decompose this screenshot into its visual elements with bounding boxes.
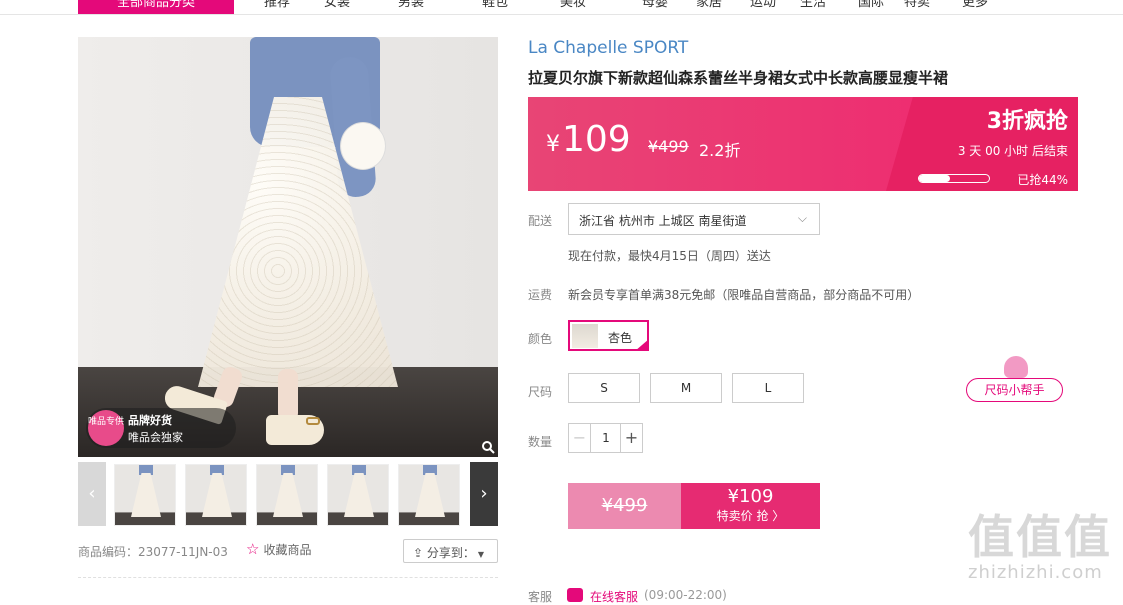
chevron-down-icon: ⌵ [797, 211, 807, 225]
top-navigation: 全部商品分类 推荐 女装 男装 鞋包 美妆 母婴 家居 运动 生活 国际 特卖 … [0, 0, 1123, 15]
star-icon: ☆ [246, 540, 260, 558]
thumbnail-strip: ‹ › [78, 462, 498, 526]
thumbnail[interactable] [185, 464, 247, 526]
sale-price: ¥109 [546, 119, 631, 160]
service-label: 客服 [528, 590, 553, 604]
mascot-icon [1004, 356, 1028, 378]
chat-icon [567, 588, 583, 602]
nav-item[interactable]: 运动 [750, 0, 776, 10]
badge-line-1: 品牌好货 [128, 414, 172, 427]
nav-item[interactable]: 家居 [696, 0, 722, 10]
shipping-label: 运费 [528, 288, 553, 302]
delivery-eta: 现在付款，最快4月15日（周四）送达 [568, 249, 771, 263]
grabbed-progress-bar [918, 174, 990, 183]
category-menu-button[interactable]: 全部商品分类 [78, 0, 234, 14]
color-swatch [572, 324, 598, 348]
checkmark-icon: ✓ [635, 339, 649, 351]
shoe-buckle [306, 417, 320, 425]
delivery-label: 配送 [528, 214, 553, 228]
original-price-button[interactable]: ¥499 [568, 483, 681, 529]
buy-button-group: ¥499 ¥109 特卖价 抢 〉 [568, 483, 820, 529]
service-hours: (09:00-22:00) [644, 588, 727, 602]
sale-price-value: 109 [562, 119, 631, 160]
nav-item[interactable]: 国际 [858, 0, 884, 10]
quantity-decrease-button[interactable]: − [569, 424, 591, 452]
badge-line-2: 唯品会独家 [128, 431, 183, 444]
thumbnail-prev-arrow-icon[interactable]: ‹ [78, 462, 106, 526]
watermark: 值值值 zhizhizhi.com [968, 512, 1118, 583]
nav-item[interactable]: 特卖 [904, 0, 930, 10]
model-bag [340, 122, 386, 170]
favorite-button[interactable]: ☆ 收藏商品 [246, 540, 311, 558]
share-dropdown[interactable]: ⇪ 分享到： ▼ [403, 539, 498, 563]
quantity-input[interactable]: 1 [591, 424, 621, 452]
thumbnail-next-arrow-icon[interactable]: › [470, 462, 498, 526]
buy-now-button[interactable]: ¥109 特卖价 抢 〉 [681, 483, 820, 529]
nav-item[interactable]: 更多 [962, 0, 988, 10]
buy-cta-label: 特卖价 抢 〉 [716, 509, 785, 523]
nav-item[interactable]: 母婴 [642, 0, 668, 10]
shipping-info: 新会员专享首单满38元免邮（限唯品自营商品，部分商品不可用） [568, 288, 920, 302]
thumbnail[interactable] [398, 464, 460, 526]
color-label: 颜色 [528, 332, 553, 346]
brand-name[interactable]: La Chapelle SPORT [528, 38, 688, 58]
size-option-s[interactable]: S [568, 373, 640, 403]
online-service-link[interactable]: 在线客服 [590, 588, 638, 605]
share-icon: ⇪ [413, 546, 427, 560]
price-panel: ¥109 ¥499 2.2折 3折疯抢 3 天 00 小时 后结束 已抢44% [528, 97, 1078, 191]
nav-item[interactable]: 推荐 [264, 0, 290, 10]
brand-badge: 唯品专供 品牌好货 唯品会独家 [86, 408, 236, 448]
color-option-label: 杏色 [608, 331, 633, 345]
thumbnail[interactable] [256, 464, 318, 526]
buy-price: ¥109 [727, 486, 774, 507]
zoom-icon[interactable] [481, 440, 495, 454]
size-helper-button[interactable]: 尺码小帮手 [966, 356, 1064, 404]
flash-sale-title: 3折疯抢 [986, 109, 1068, 134]
quantity-stepper: − 1 + [568, 423, 643, 453]
size-option-l[interactable]: L [732, 373, 804, 403]
nav-item[interactable]: 鞋包 [482, 0, 508, 10]
nav-item[interactable]: 女装 [324, 0, 350, 10]
watermark-url: zhizhizhi.com [968, 562, 1103, 583]
nav-item[interactable]: 美妆 [560, 0, 586, 10]
thumbnail[interactable] [327, 464, 389, 526]
share-label: 分享到： [426, 546, 475, 560]
size-label: 尺码 [528, 385, 553, 399]
color-option-selected[interactable]: 杏色 ✓ [568, 320, 649, 351]
currency-symbol: ¥ [546, 132, 560, 157]
nav-item[interactable]: 男装 [398, 0, 424, 10]
quantity-increase-button[interactable]: + [620, 424, 642, 452]
watermark-logo: 值值值 [968, 510, 1112, 564]
product-code: 商品编码：23077-11JN-03 [78, 545, 228, 559]
size-option-m[interactable]: M [650, 373, 722, 403]
original-price: ¥499 [648, 137, 689, 156]
chevron-down-icon: ▼ [477, 550, 485, 559]
discount-rate: 2.2折 [699, 141, 741, 160]
thumbnail[interactable] [114, 464, 176, 526]
divider [78, 577, 498, 578]
product-title: 拉夏贝尔旗下新款超仙森系蕾丝半身裙女式中长款高腰显瘦半裙 [528, 69, 949, 87]
quantity-label: 数量 [528, 435, 553, 449]
grabbed-percentage: 已抢44% [1017, 173, 1068, 187]
nav-item[interactable]: 生活 [800, 0, 826, 10]
countdown-timer: 3 天 00 小时 后结束 [957, 144, 1068, 158]
main-product-image[interactable] [78, 37, 498, 457]
vip-exclusive-badge-icon: 唯品专供 [88, 410, 124, 446]
address-selector[interactable]: 浙江省 杭州市 上城区 南星街道 ⌵ [568, 203, 820, 235]
address-value: 浙江省 杭州市 上城区 南星街道 [579, 214, 747, 228]
model-leg [278, 369, 298, 421]
favorite-label: 收藏商品 [263, 543, 312, 557]
grabbed-progress-fill [919, 175, 950, 182]
customer-service-row: 客服 在线客服 (09:00-22:00) [528, 588, 727, 605]
size-helper-label: 尺码小帮手 [966, 378, 1063, 402]
